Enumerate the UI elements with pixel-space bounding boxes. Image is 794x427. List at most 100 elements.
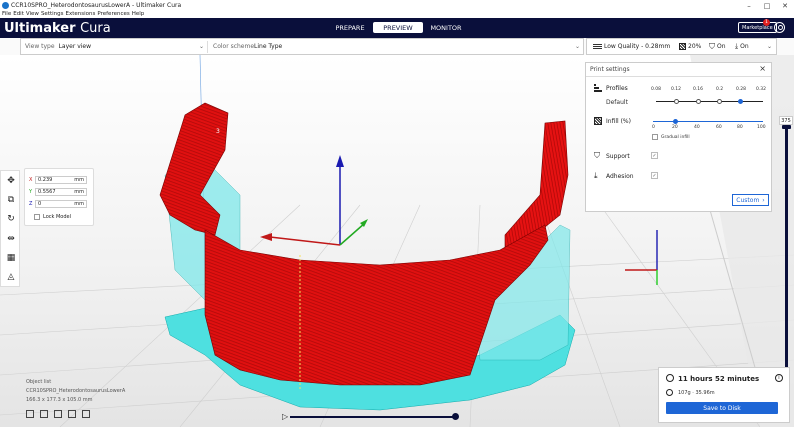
save-to-disk-button[interactable]: Save to Disk bbox=[666, 402, 778, 414]
adhesion-toggle[interactable]: ✓ bbox=[651, 172, 658, 179]
adhesion-icon: ⤓ bbox=[735, 42, 739, 50]
custom-settings-button[interactable]: Custom › bbox=[732, 194, 769, 206]
gradual-infill-checkbox[interactable] bbox=[652, 134, 658, 140]
color-scheme-select[interactable]: Line Type bbox=[250, 43, 282, 50]
chevron-right-icon: › bbox=[762, 196, 765, 204]
y-position-input[interactable]: 0.5567 mm bbox=[35, 187, 87, 196]
layer-height-stop-0.16[interactable] bbox=[696, 99, 701, 104]
close-icon[interactable]: × bbox=[759, 64, 766, 73]
quality-summary: Low Quality - 0.28mm bbox=[593, 43, 670, 50]
mirror-tool-icon[interactable]: ⇹ bbox=[5, 233, 17, 245]
infill-tick-100: 100 bbox=[757, 125, 766, 130]
right-view-icon[interactable] bbox=[82, 410, 90, 418]
origin-axes bbox=[260, 155, 368, 246]
menu-view[interactable]: View bbox=[26, 11, 39, 18]
front-view-icon[interactable] bbox=[40, 410, 48, 418]
tab-preview[interactable]: PREVIEW bbox=[373, 22, 423, 33]
support-summary-value: On bbox=[717, 43, 726, 50]
adhesion-icon: ⤓ bbox=[594, 171, 598, 180]
layer-height-0.32: 0.32 bbox=[756, 87, 767, 92]
layer-height-stop-0.2[interactable] bbox=[717, 99, 722, 104]
menu-help[interactable]: Help bbox=[132, 11, 145, 18]
layer-height-stop-0.28-selected[interactable] bbox=[738, 99, 743, 104]
menu-settings[interactable]: Settings bbox=[41, 11, 64, 18]
print-setup-chevron-icon[interactable]: ⌄ bbox=[767, 43, 772, 50]
tab-monitor[interactable]: MONITOR bbox=[423, 22, 469, 33]
profiles-row: Profiles bbox=[594, 84, 628, 92]
infill-row: Infill (%) bbox=[594, 117, 631, 125]
layer-height-stop-0.12[interactable] bbox=[674, 99, 679, 104]
infill-tick-60: 60 bbox=[716, 125, 722, 130]
top-view-icon[interactable] bbox=[54, 410, 62, 418]
model-left-wing bbox=[159, 102, 229, 236]
marketplace-button[interactable]: Marketplace bbox=[738, 22, 777, 33]
menu-file[interactable]: File bbox=[2, 11, 11, 18]
move-tool-icon[interactable]: ✥ bbox=[5, 175, 17, 187]
account-icon[interactable] bbox=[774, 22, 785, 33]
adhesion-row: ⤓ Adhesion bbox=[594, 172, 634, 180]
quality-value: Low Quality - 0.28mm bbox=[604, 43, 671, 50]
object-dimensions: 166.3 x 177.3 x 105.0 mm bbox=[26, 397, 93, 403]
print-time: 11 hours 52 minutes bbox=[678, 375, 760, 383]
rotate-tool-icon[interactable]: ↻ bbox=[5, 213, 17, 225]
stage-tabs: PREPARE PREVIEW MONITOR bbox=[327, 22, 469, 33]
3d-view-icon[interactable] bbox=[26, 410, 34, 418]
object-list-header[interactable]: Object list bbox=[26, 378, 125, 387]
layer-height-slider-track[interactable] bbox=[656, 101, 763, 102]
left-toolbar: ✥ ⧉ ↻ ⇹ ▦ ◬ bbox=[0, 170, 20, 287]
corner-axes bbox=[625, 230, 658, 285]
menu-edit[interactable]: Edit bbox=[13, 11, 24, 18]
z-unit: mm bbox=[74, 200, 84, 207]
infill-tick-80: 80 bbox=[737, 125, 743, 130]
infill-tick-0: 0 bbox=[652, 125, 655, 130]
info-icon[interactable]: i bbox=[775, 374, 783, 382]
view-options-bar: View type Layer view ⌄ Color scheme Line… bbox=[20, 38, 584, 55]
scale-tool-icon[interactable]: ⧉ bbox=[5, 194, 17, 206]
support-toggle[interactable]: ✓ bbox=[651, 152, 658, 159]
support-blocker-icon[interactable]: ◬ bbox=[5, 271, 17, 283]
view-type-label: View type bbox=[25, 43, 55, 50]
layer-height-0.08: 0.08 bbox=[651, 87, 662, 92]
cura-app-icon bbox=[2, 2, 9, 9]
support-icon: ⛉ bbox=[594, 151, 600, 160]
print-setup-selector[interactable]: Low Quality - 0.28mm 20% ⛉ On ⤓ On ⌄ bbox=[586, 38, 777, 55]
menu-extensions[interactable]: Extensions bbox=[66, 11, 96, 18]
infill-slider-track[interactable] bbox=[653, 121, 763, 122]
current-layer-input[interactable]: 375 bbox=[779, 116, 793, 125]
color-scheme-chevron-icon[interactable]: ⌄ bbox=[575, 43, 580, 50]
z-value: 0 bbox=[38, 200, 42, 207]
object-list: Object list CCR10SPRO_HeterodontosaurusL… bbox=[26, 378, 125, 405]
support-summary: ⛉ On bbox=[709, 42, 726, 52]
object-file-name: CCR10SPRO_HeterodontosaurusLowerA bbox=[26, 388, 126, 394]
close-window-button[interactable]: ✕ bbox=[776, 0, 794, 11]
tab-prepare[interactable]: PREPARE bbox=[327, 22, 373, 33]
simulation-slider-handle[interactable] bbox=[452, 413, 459, 420]
infill-summary-value: 20% bbox=[688, 43, 702, 50]
maximize-button[interactable]: □ bbox=[758, 0, 776, 11]
view-type-chevron-icon[interactable]: ⌄ bbox=[199, 43, 204, 50]
lock-model-option[interactable]: Lock Model bbox=[34, 214, 71, 220]
left-view-icon[interactable] bbox=[68, 410, 76, 418]
play-icon[interactable]: ▷ bbox=[282, 412, 290, 421]
layer-height-0.2: 0.2 bbox=[716, 87, 724, 92]
lock-model-checkbox[interactable] bbox=[34, 214, 40, 220]
menu-preferences[interactable]: Preferences bbox=[97, 11, 129, 18]
z-position-input[interactable]: 0 mm bbox=[35, 199, 87, 208]
x-position-input[interactable]: 0.239 mm bbox=[35, 175, 87, 184]
view-type-select[interactable]: Layer view bbox=[55, 43, 91, 50]
infill-slider-handle[interactable] bbox=[673, 119, 678, 124]
material-estimate: 107g · 35.96m bbox=[678, 390, 715, 396]
per-model-settings-icon[interactable]: ▦ bbox=[5, 252, 17, 264]
infill-summary: 20% bbox=[679, 43, 701, 50]
window-title: CCR10SPRO_HeterodontosaurusLowerA - Ulti… bbox=[11, 2, 182, 9]
layer-slider-handle[interactable] bbox=[782, 125, 791, 129]
menu-bar: File Edit View Settings Extensions Prefe… bbox=[0, 11, 794, 18]
divider bbox=[207, 41, 208, 53]
simulation-slider-track[interactable] bbox=[290, 416, 456, 418]
svg-text:3: 3 bbox=[216, 128, 220, 135]
minimize-button[interactable]: – bbox=[740, 0, 758, 11]
brand-logo: Ultimaker Cura bbox=[4, 21, 111, 36]
support-label: Support bbox=[606, 152, 630, 160]
infill-icon bbox=[679, 43, 686, 50]
infill-tick-20: 20 bbox=[672, 125, 678, 130]
